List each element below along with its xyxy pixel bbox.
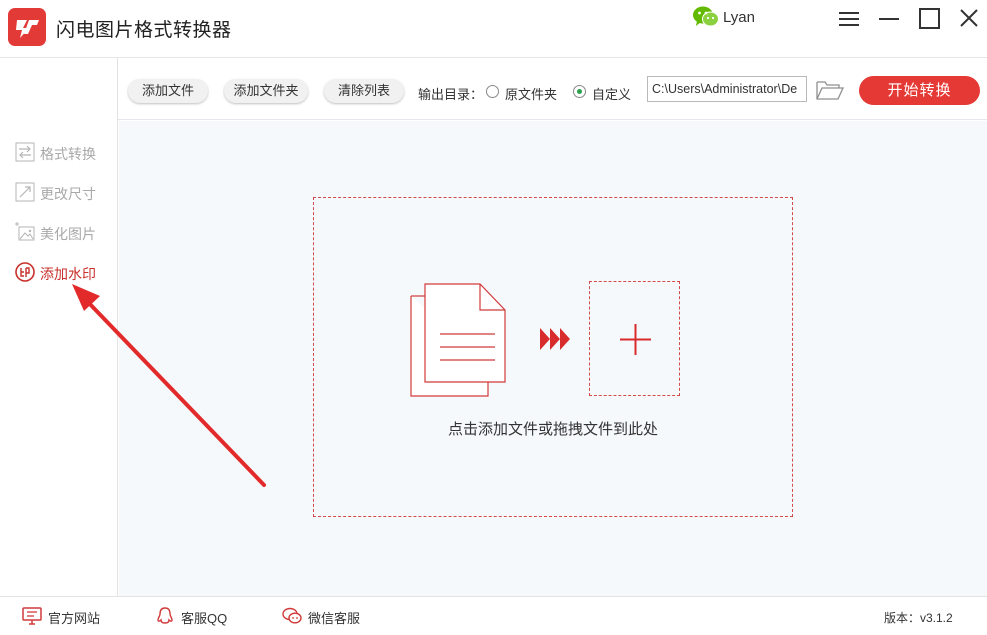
qq-penguin-icon <box>155 606 175 626</box>
radio-original-folder-label[interactable]: 原文件夹 <box>505 84 557 103</box>
menu-icon[interactable] <box>836 6 862 32</box>
clear-list-button[interactable]: 清除列表 <box>324 79 404 103</box>
title-bar: 闪电图片格式转换器 Lyan <box>0 0 987 58</box>
add-folder-button[interactable]: 添加文件夹 <box>224 79 308 103</box>
app-title: 闪电图片格式转换器 <box>56 20 232 41</box>
sidebar-item-watermark[interactable]: 添加水印 <box>14 261 114 283</box>
sidebar: 格式转换 更改尺寸 美化图片 添加水印 <box>0 58 118 596</box>
add-file-button[interactable]: 添加文件 <box>128 79 208 103</box>
sidebar-item-label: 美化图片 <box>40 226 96 242</box>
start-convert-button[interactable]: 开始转换 <box>859 76 980 105</box>
resize-icon <box>14 181 36 203</box>
sidebar-item-label: 添加水印 <box>40 266 96 282</box>
documents-icon <box>410 282 510 400</box>
sidebar-item-label: 更改尺寸 <box>40 186 96 202</box>
output-path-field[interactable]: C:\Users\Administrator\De <box>647 76 807 102</box>
wechat-avatar-icon[interactable] <box>692 4 720 30</box>
sidebar-item-beautify[interactable]: 美化图片 <box>14 221 114 243</box>
user-name[interactable]: Lyan <box>723 9 755 26</box>
maximize-icon[interactable] <box>916 6 942 32</box>
radio-custom[interactable] <box>573 85 586 98</box>
radio-custom-label[interactable]: 自定义 <box>592 84 631 103</box>
toolbar: 添加文件 添加文件夹 清除列表 输出目录： 原文件夹 自定义 C:\Users\… <box>118 58 987 120</box>
add-file-box[interactable] <box>589 281 680 396</box>
footer-label: 微信客服 <box>308 611 361 626</box>
close-icon[interactable] <box>956 6 982 32</box>
stamp-seal-icon <box>14 261 36 283</box>
minimize-icon[interactable] <box>876 6 902 32</box>
sidebar-item-resize[interactable]: 更改尺寸 <box>14 181 114 203</box>
footer-label: 客服QQ <box>181 611 228 626</box>
app-logo-icon <box>8 8 46 46</box>
plus-icon <box>620 324 651 355</box>
image-sparkle-icon <box>14 221 36 243</box>
folder-open-icon[interactable] <box>815 78 845 102</box>
footer: 官方网站 客服QQ 微信客服 版本：v3.1.2 <box>0 596 987 635</box>
fast-forward-icon <box>540 328 572 350</box>
main-area: 点击添加文件或拖拽文件到此处 <box>119 121 987 596</box>
output-dir-label: 输出目录： <box>418 87 484 102</box>
swap-arrows-icon <box>14 141 36 163</box>
file-drop-zone[interactable]: 点击添加文件或拖拽文件到此处 <box>313 197 793 517</box>
version-text: 版本：v3.1.2 <box>884 611 953 625</box>
wechat-icon <box>282 606 302 626</box>
sidebar-item-format-convert[interactable]: 格式转换 <box>14 141 114 163</box>
sidebar-item-label: 格式转换 <box>40 146 96 162</box>
footer-label: 官方网站 <box>48 611 101 626</box>
drop-hint-text: 点击添加文件或拖拽文件到此处 <box>447 421 658 438</box>
monitor-icon <box>22 606 42 626</box>
radio-original-folder[interactable] <box>486 85 499 98</box>
